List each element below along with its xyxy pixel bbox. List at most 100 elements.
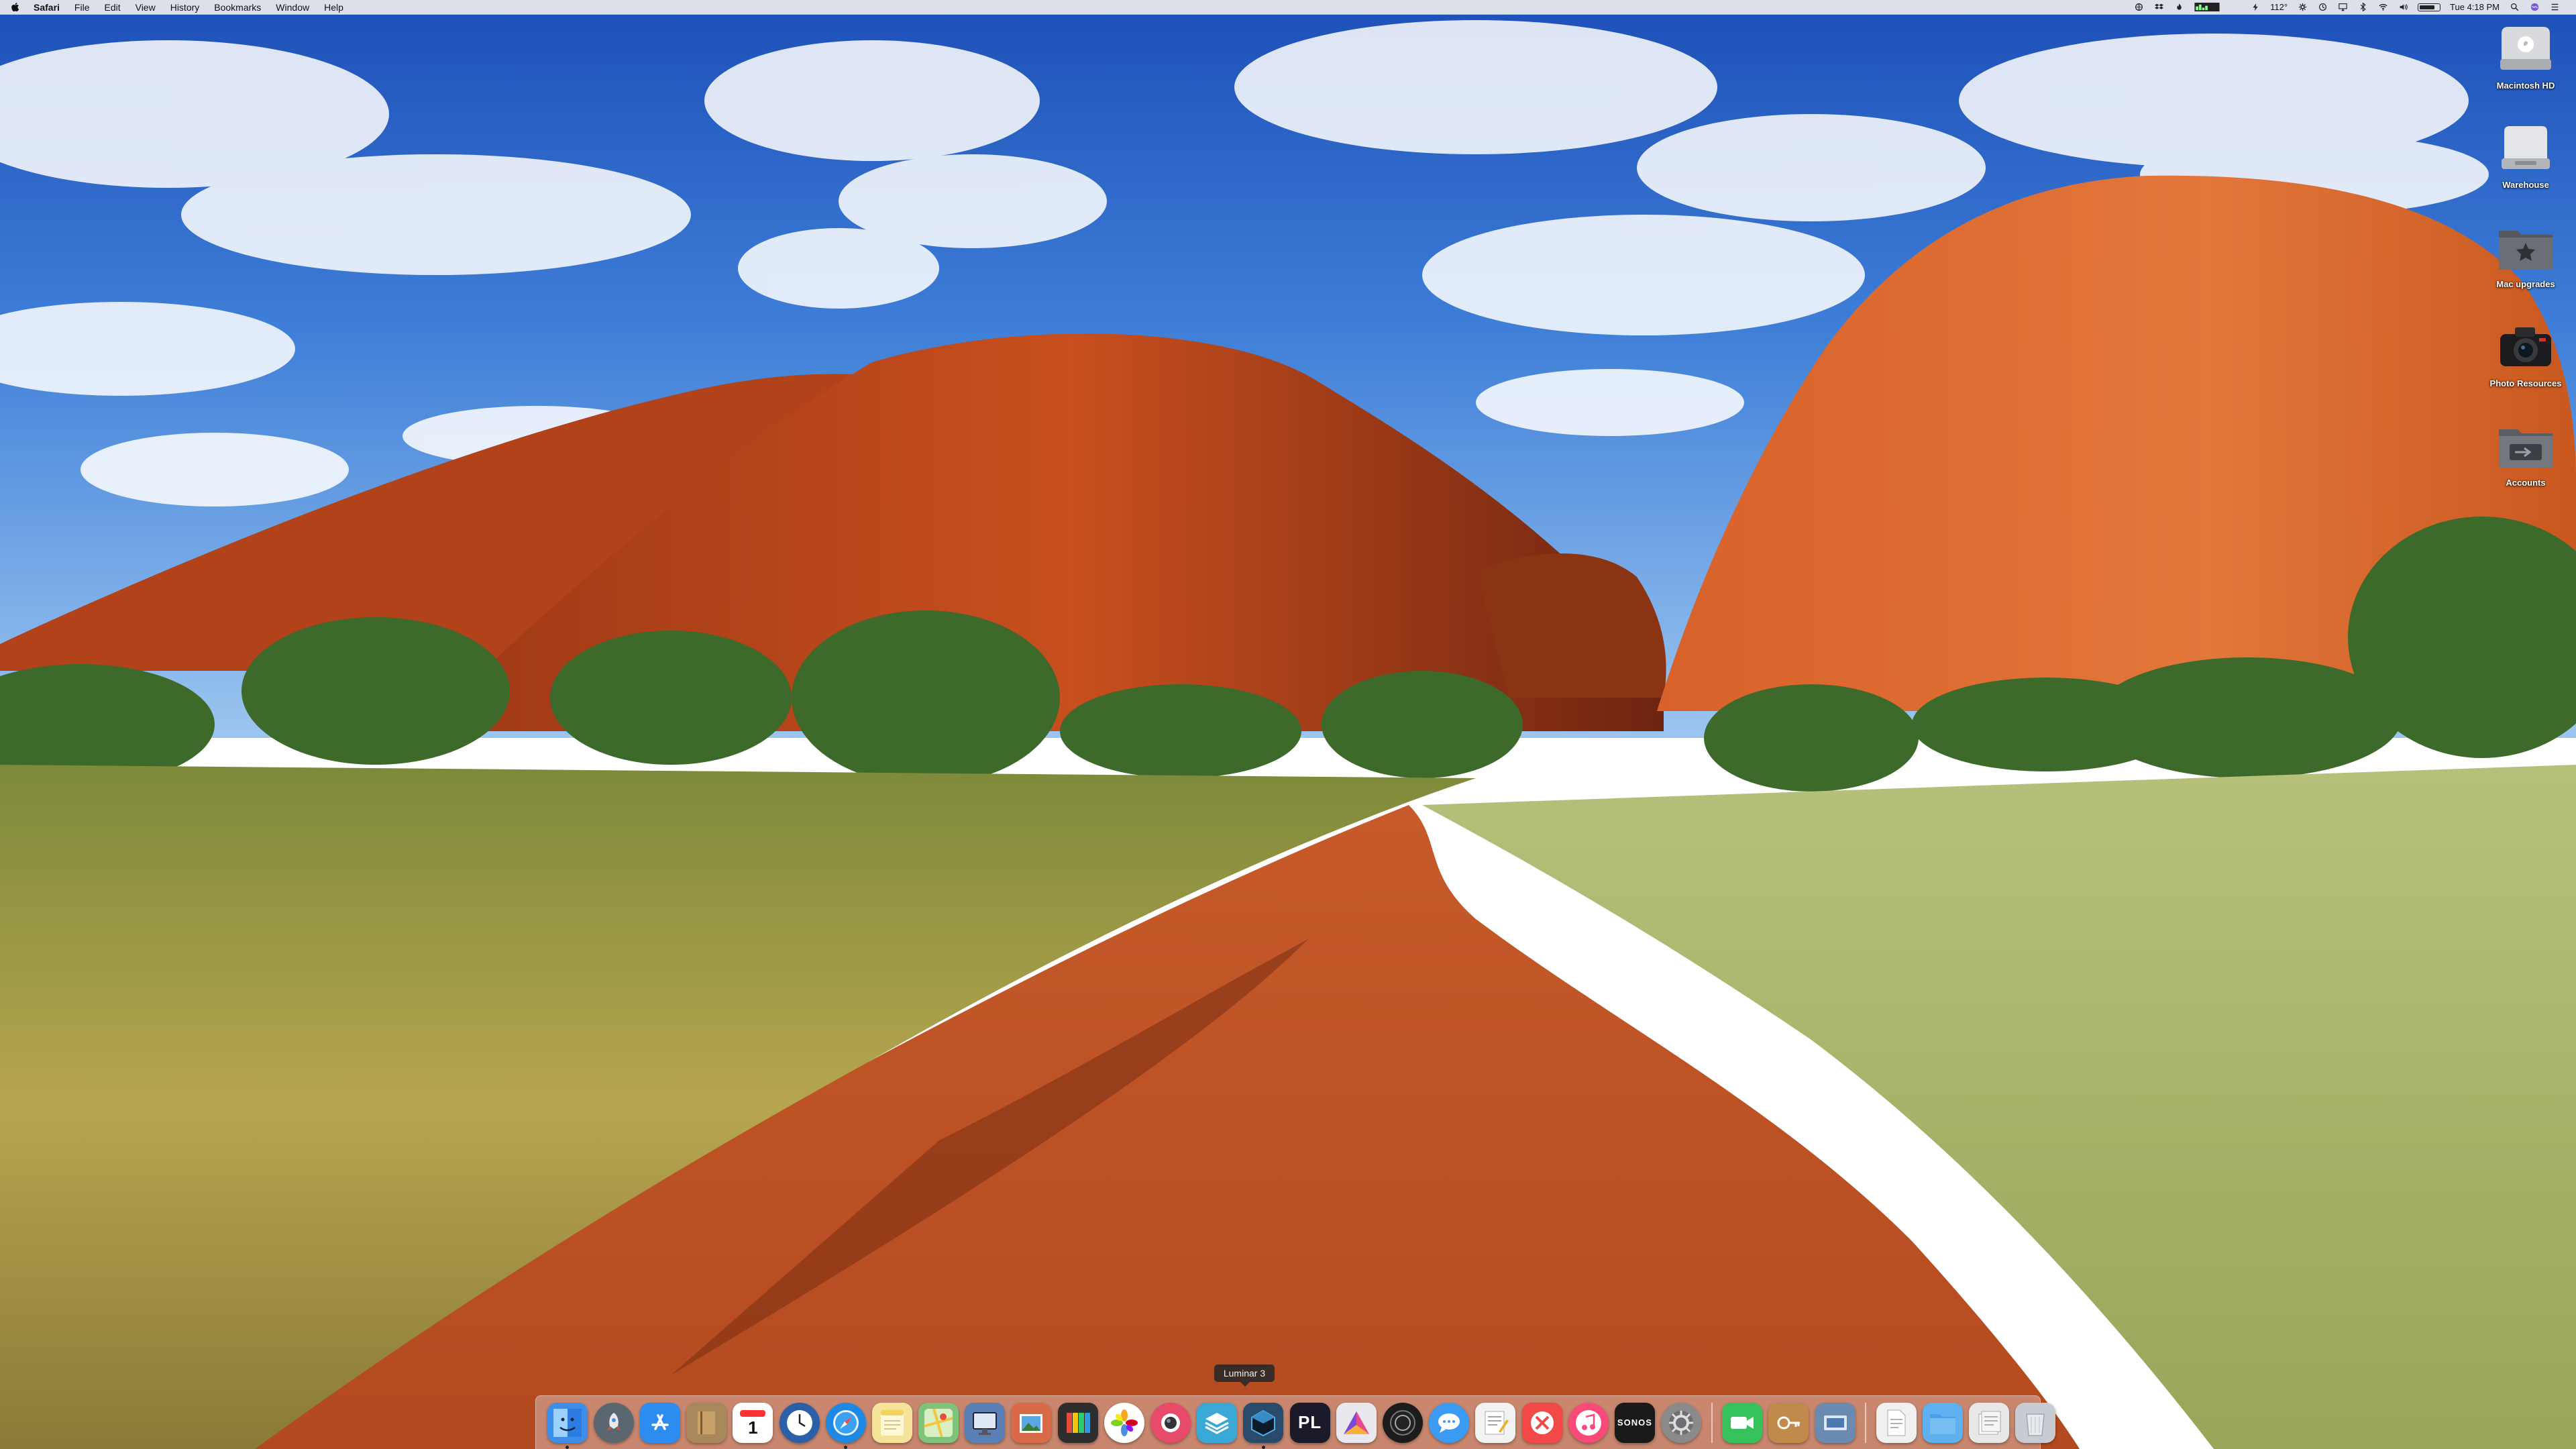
- music-note-icon: [1575, 1409, 1601, 1436]
- photolab-label: PL: [1297, 1412, 1322, 1432]
- dropbox-icon[interactable]: [2153, 3, 2164, 12]
- volume-icon[interactable]: [2398, 3, 2408, 12]
- dock-recent-stack[interactable]: [1969, 1402, 2010, 1443]
- dock-textedit[interactable]: [1475, 1402, 1516, 1443]
- menu-window[interactable]: Window: [268, 0, 317, 15]
- dock-news[interactable]: [1521, 1402, 1562, 1443]
- camera-icon: [2495, 318, 2557, 376]
- finder-icon: [553, 1408, 582, 1437]
- apple-menu-icon[interactable]: [11, 2, 20, 13]
- folder-star-icon: [2495, 219, 2557, 276]
- dock-safari[interactable]: [825, 1402, 866, 1449]
- dock-finder[interactable]: [547, 1402, 588, 1449]
- desktop-icon-warehouse[interactable]: Warehouse: [2475, 119, 2576, 190]
- bolt-icon[interactable]: [2250, 3, 2261, 12]
- desktop-icon-label: Macintosh HD: [2496, 80, 2555, 91]
- aperture-icon: [1389, 1409, 1415, 1436]
- dock-image-capture[interactable]: [1815, 1402, 1856, 1443]
- running-indicator: [566, 1445, 570, 1449]
- desktop-icon-label: Photo Resources: [2489, 378, 2562, 388]
- folder-icon: [2495, 417, 2557, 475]
- gear-icon[interactable]: [2297, 3, 2308, 12]
- dock-documents-stack[interactable]: [1876, 1402, 1917, 1443]
- dock-trash[interactable]: [2015, 1402, 2056, 1443]
- monitor-icon: [973, 1411, 998, 1435]
- menu-file[interactable]: File: [67, 0, 97, 15]
- compass-icon: [833, 1409, 859, 1436]
- battery-icon[interactable]: [2418, 3, 2441, 11]
- desktop-icon-accounts[interactable]: Accounts: [2475, 417, 2576, 488]
- rocket-icon: [606, 1412, 621, 1430]
- cpu-meter-icon[interactable]: [2194, 3, 2220, 12]
- menu-bookmarks[interactable]: Bookmarks: [207, 0, 268, 15]
- running-indicator: [844, 1445, 848, 1449]
- dock-app-store[interactable]: [639, 1402, 680, 1443]
- stack-icon: [1978, 1411, 2001, 1434]
- sonos-label: SONOS: [1617, 1417, 1652, 1428]
- dock-launchpad[interactable]: [593, 1402, 634, 1443]
- moon-icon[interactable]: [2230, 3, 2241, 12]
- app-store-icon: [651, 1413, 669, 1430]
- menu-history[interactable]: History: [163, 0, 207, 15]
- menu-view[interactable]: View: [128, 0, 163, 15]
- dock-calendar[interactable]: 1: [733, 1402, 773, 1443]
- dock-photo-booth[interactable]: [1150, 1402, 1191, 1443]
- dock-affinity[interactable]: [1197, 1402, 1238, 1443]
- dock-photolab[interactable]: PL: [1289, 1402, 1330, 1443]
- notification-center-icon[interactable]: [2549, 3, 2560, 12]
- desktop-wallpaper: [0, 0, 2576, 1449]
- dock-luminar[interactable]: [1243, 1402, 1284, 1449]
- dock-clock[interactable]: [779, 1402, 820, 1443]
- dock-notes[interactable]: [871, 1402, 912, 1443]
- menu-clock[interactable]: Tue 4:18 PM: [2450, 2, 2500, 12]
- dock-preview[interactable]: [1011, 1402, 1052, 1443]
- flame-icon[interactable]: [2174, 3, 2184, 12]
- notes-icon: [880, 1409, 904, 1436]
- time-machine-icon[interactable]: [2317, 3, 2328, 12]
- dock-messages[interactable]: [1429, 1402, 1470, 1443]
- menu-edit[interactable]: Edit: [97, 0, 127, 15]
- photo-viewer-icon: [1020, 1413, 1043, 1433]
- news-icon: [1530, 1411, 1554, 1434]
- globe-icon[interactable]: [2133, 3, 2144, 12]
- temperature-readout[interactable]: 112°: [2270, 2, 2288, 12]
- bluetooth-icon[interactable]: [2357, 3, 2368, 12]
- airplay-icon[interactable]: [2337, 3, 2348, 12]
- desktop-icon-mac-upgrades[interactable]: Mac upgrades: [2475, 219, 2576, 289]
- spotlight-search-icon[interactable]: [2509, 3, 2520, 12]
- notebook-icon: [698, 1411, 716, 1434]
- dock: 1 PL SONOS: [535, 1395, 2056, 1449]
- dock-maps[interactable]: [918, 1402, 959, 1443]
- siri-icon[interactable]: [2529, 3, 2540, 12]
- menu-app-name[interactable]: Safari: [34, 0, 67, 15]
- dock-camera-raw[interactable]: [1382, 1402, 1423, 1443]
- dock-system-preferences[interactable]: [1661, 1402, 1702, 1443]
- photos-flower-icon: [1110, 1409, 1138, 1436]
- dock-photos[interactable]: [1104, 1402, 1144, 1443]
- desktop-icon-label: Warehouse: [2502, 180, 2549, 190]
- prism-icon: [1343, 1411, 1369, 1434]
- dock-tooltip: Luminar 3: [1214, 1364, 1275, 1387]
- desktop-icon-photo-resources[interactable]: Photo Resources: [2475, 318, 2576, 388]
- dock-screen-sharing[interactable]: [965, 1402, 1006, 1443]
- luminar-icon: [1251, 1409, 1276, 1436]
- internal-drive-icon: [2495, 20, 2557, 78]
- dock-facetime[interactable]: [1722, 1402, 1763, 1443]
- battery-level: [2420, 5, 2435, 9]
- document-icon: [1887, 1409, 1906, 1436]
- wifi-icon[interactable]: [2377, 3, 2388, 12]
- chat-bubble-icon: [1438, 1413, 1460, 1433]
- dock-affinity-photo[interactable]: [1336, 1402, 1377, 1443]
- desktop-icon-label: Mac upgrades: [2496, 279, 2555, 289]
- camera-lens-icon: [1161, 1413, 1181, 1432]
- dock-notefile[interactable]: [686, 1402, 727, 1443]
- dock-color-picker[interactable]: [1057, 1402, 1098, 1443]
- desktop-icon-macintosh-hd[interactable]: Macintosh HD: [2475, 20, 2576, 91]
- dock-sonos[interactable]: SONOS: [1614, 1402, 1655, 1443]
- menu-help[interactable]: Help: [317, 0, 351, 15]
- video-camera-icon: [1731, 1416, 1754, 1429]
- scanner-icon: [1823, 1415, 1847, 1430]
- dock-downloads-folder[interactable]: [1923, 1402, 1964, 1443]
- dock-keychain[interactable]: [1768, 1402, 1809, 1443]
- dock-itunes[interactable]: [1568, 1402, 1609, 1443]
